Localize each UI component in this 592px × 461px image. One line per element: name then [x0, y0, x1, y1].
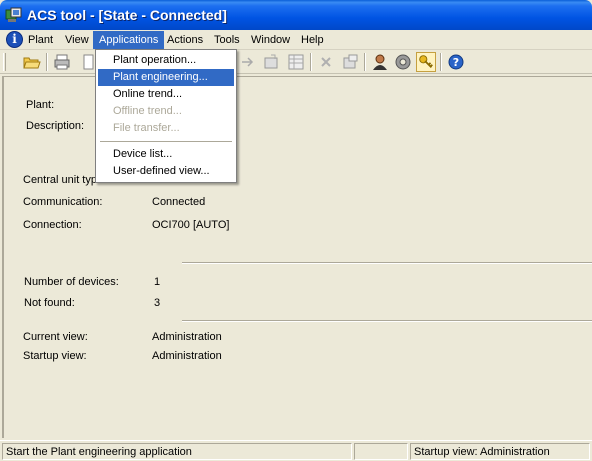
title-bar[interactable]: ACS tool - [State - Connected] — [0, 0, 592, 30]
menu-item-online-trend[interactable]: Online trend... — [98, 86, 234, 103]
delete-icon[interactable] — [316, 52, 336, 72]
menu-item-plant-engineering[interactable]: Plant engineering... — [98, 69, 234, 86]
toolbar-separator — [310, 53, 312, 71]
toolbar-separator — [440, 53, 442, 71]
menu-plant[interactable]: Plant — [22, 31, 59, 49]
menu-actions[interactable]: Actions — [161, 31, 209, 49]
current-view-label: Current view: — [23, 331, 88, 343]
status-message: Start the Plant engineering application — [2, 443, 352, 460]
startup-view-label: Startup view: — [23, 350, 87, 362]
export-icon[interactable] — [262, 52, 282, 72]
plant-label: Plant: — [26, 99, 55, 111]
number-of-devices-value: 1 — [154, 276, 161, 288]
user-icon[interactable] — [370, 52, 390, 72]
arrow-right-icon[interactable] — [238, 52, 258, 72]
acs-tool-window: ACS tool - [State - Connected] i Plant V… — [0, 0, 592, 461]
state-panel: Plant: Description: Central unit typ Com… — [2, 76, 592, 438]
table-icon[interactable] — [286, 52, 306, 72]
print-icon[interactable] — [52, 52, 72, 72]
menu-tools[interactable]: Tools — [208, 31, 246, 49]
status-startup-view: Startup view: Administration — [410, 443, 590, 460]
not-found-value: 3 — [154, 297, 161, 309]
toolbar-separator — [46, 53, 48, 71]
status-pane-empty — [354, 443, 408, 460]
gear-icon[interactable] — [393, 52, 413, 72]
properties-icon[interactable] — [340, 52, 360, 72]
menu-applications[interactable]: Applications — [93, 31, 165, 49]
communication-value: Connected — [152, 196, 206, 208]
svg-text:?: ? — [453, 56, 459, 69]
menu-item-offline-trend: Offline trend... — [113, 105, 182, 117]
info-icon[interactable]: i — [6, 31, 23, 48]
applications-menu: Plant operation... Plant engineering... … — [95, 49, 237, 183]
key-icon[interactable] — [416, 52, 436, 72]
current-view-value: Administration — [152, 331, 222, 343]
divider — [182, 262, 592, 264]
description-label: Description: — [26, 120, 85, 132]
menu-window[interactable]: Window — [245, 31, 296, 49]
toolbar: ? — [0, 50, 592, 74]
menu-item-user-defined-view[interactable]: User-defined view... — [98, 163, 234, 180]
divider — [182, 320, 592, 322]
not-found-label: Not found: — [24, 297, 75, 309]
central-unit-label: Central unit typ — [23, 174, 97, 186]
open-folder-icon[interactable] — [22, 52, 42, 72]
toolbar-grip[interactable] — [3, 53, 6, 71]
menu-separator — [100, 141, 232, 142]
page-icon[interactable] — [76, 52, 96, 72]
communication-label: Communication: — [23, 196, 103, 208]
acs-app-icon — [5, 7, 22, 22]
menu-item-plant-operation[interactable]: Plant operation... — [98, 52, 234, 69]
toolbar-separator — [364, 53, 366, 71]
startup-view-value: Administration — [152, 350, 222, 362]
menu-item-file-transfer: File transfer... — [113, 122, 180, 134]
menu-bar: i Plant View Applications Actions Tools … — [0, 30, 592, 50]
help-icon[interactable]: ? — [446, 52, 466, 72]
connection-label: Connection: — [23, 219, 82, 231]
connection-value: OCI700 [AUTO] — [152, 219, 230, 231]
status-bar: Start the Plant engineering application … — [0, 440, 592, 461]
menu-help[interactable]: Help — [295, 31, 330, 49]
number-of-devices-label: Number of devices: — [24, 276, 119, 288]
menu-view[interactable]: View — [59, 31, 95, 49]
window-title: ACS tool - [State - Connected] — [27, 7, 227, 23]
menu-item-device-list[interactable]: Device list... — [98, 146, 234, 163]
